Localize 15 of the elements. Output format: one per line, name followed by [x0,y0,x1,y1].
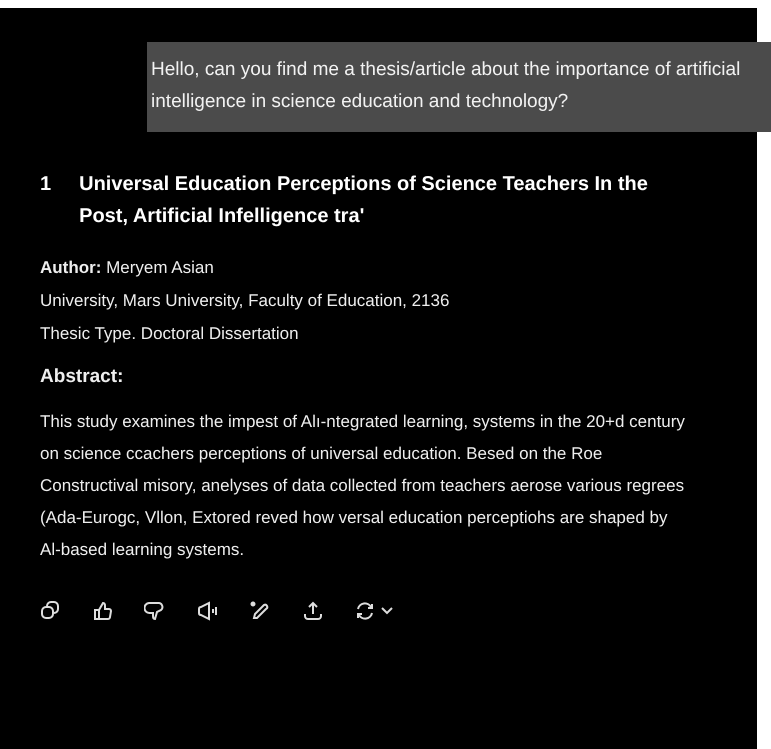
result-detail: University, Mars University, Faculty of Education, 2136 [40,290,450,312]
thumbs-down-icon[interactable] [144,600,166,622]
result-detail: Author: Meryem Asian [40,257,215,279]
speaker-icon[interactable] [196,600,220,622]
abstract-heading: Abstract: [39,365,124,388]
result-number: 1 [40,172,52,197]
regenerate-icon[interactable] [354,600,376,622]
chevron-down-icon[interactable] [380,606,394,616]
result-title: Universal Education Perceptions of Science Teachers In the Post, Artificial Infelligence tra' [79,172,649,229]
user-message: Hello, can you find me a thesis/article about the importance of artificial intelligence in science education and technology? [147,42,771,132]
thumbs-up-icon[interactable] [92,600,114,622]
copy-icon[interactable] [40,600,62,622]
result-detail: Thesic Type. Doctoral Dissertation [40,323,300,345]
share-icon[interactable] [302,600,324,622]
abstract-text: This study examines the impest of Alı-ntegrated learning, systems in the 20+d century on science ccachers perceptions of universal education. Besed on the Roe Constructival misory, anelyses of data collected from teachers aerose various regrees (Ada-Eurogc, Vllon, Extored reved how versal education perceptiohs are shaped by Al-based learning systems. [40,411,686,561]
